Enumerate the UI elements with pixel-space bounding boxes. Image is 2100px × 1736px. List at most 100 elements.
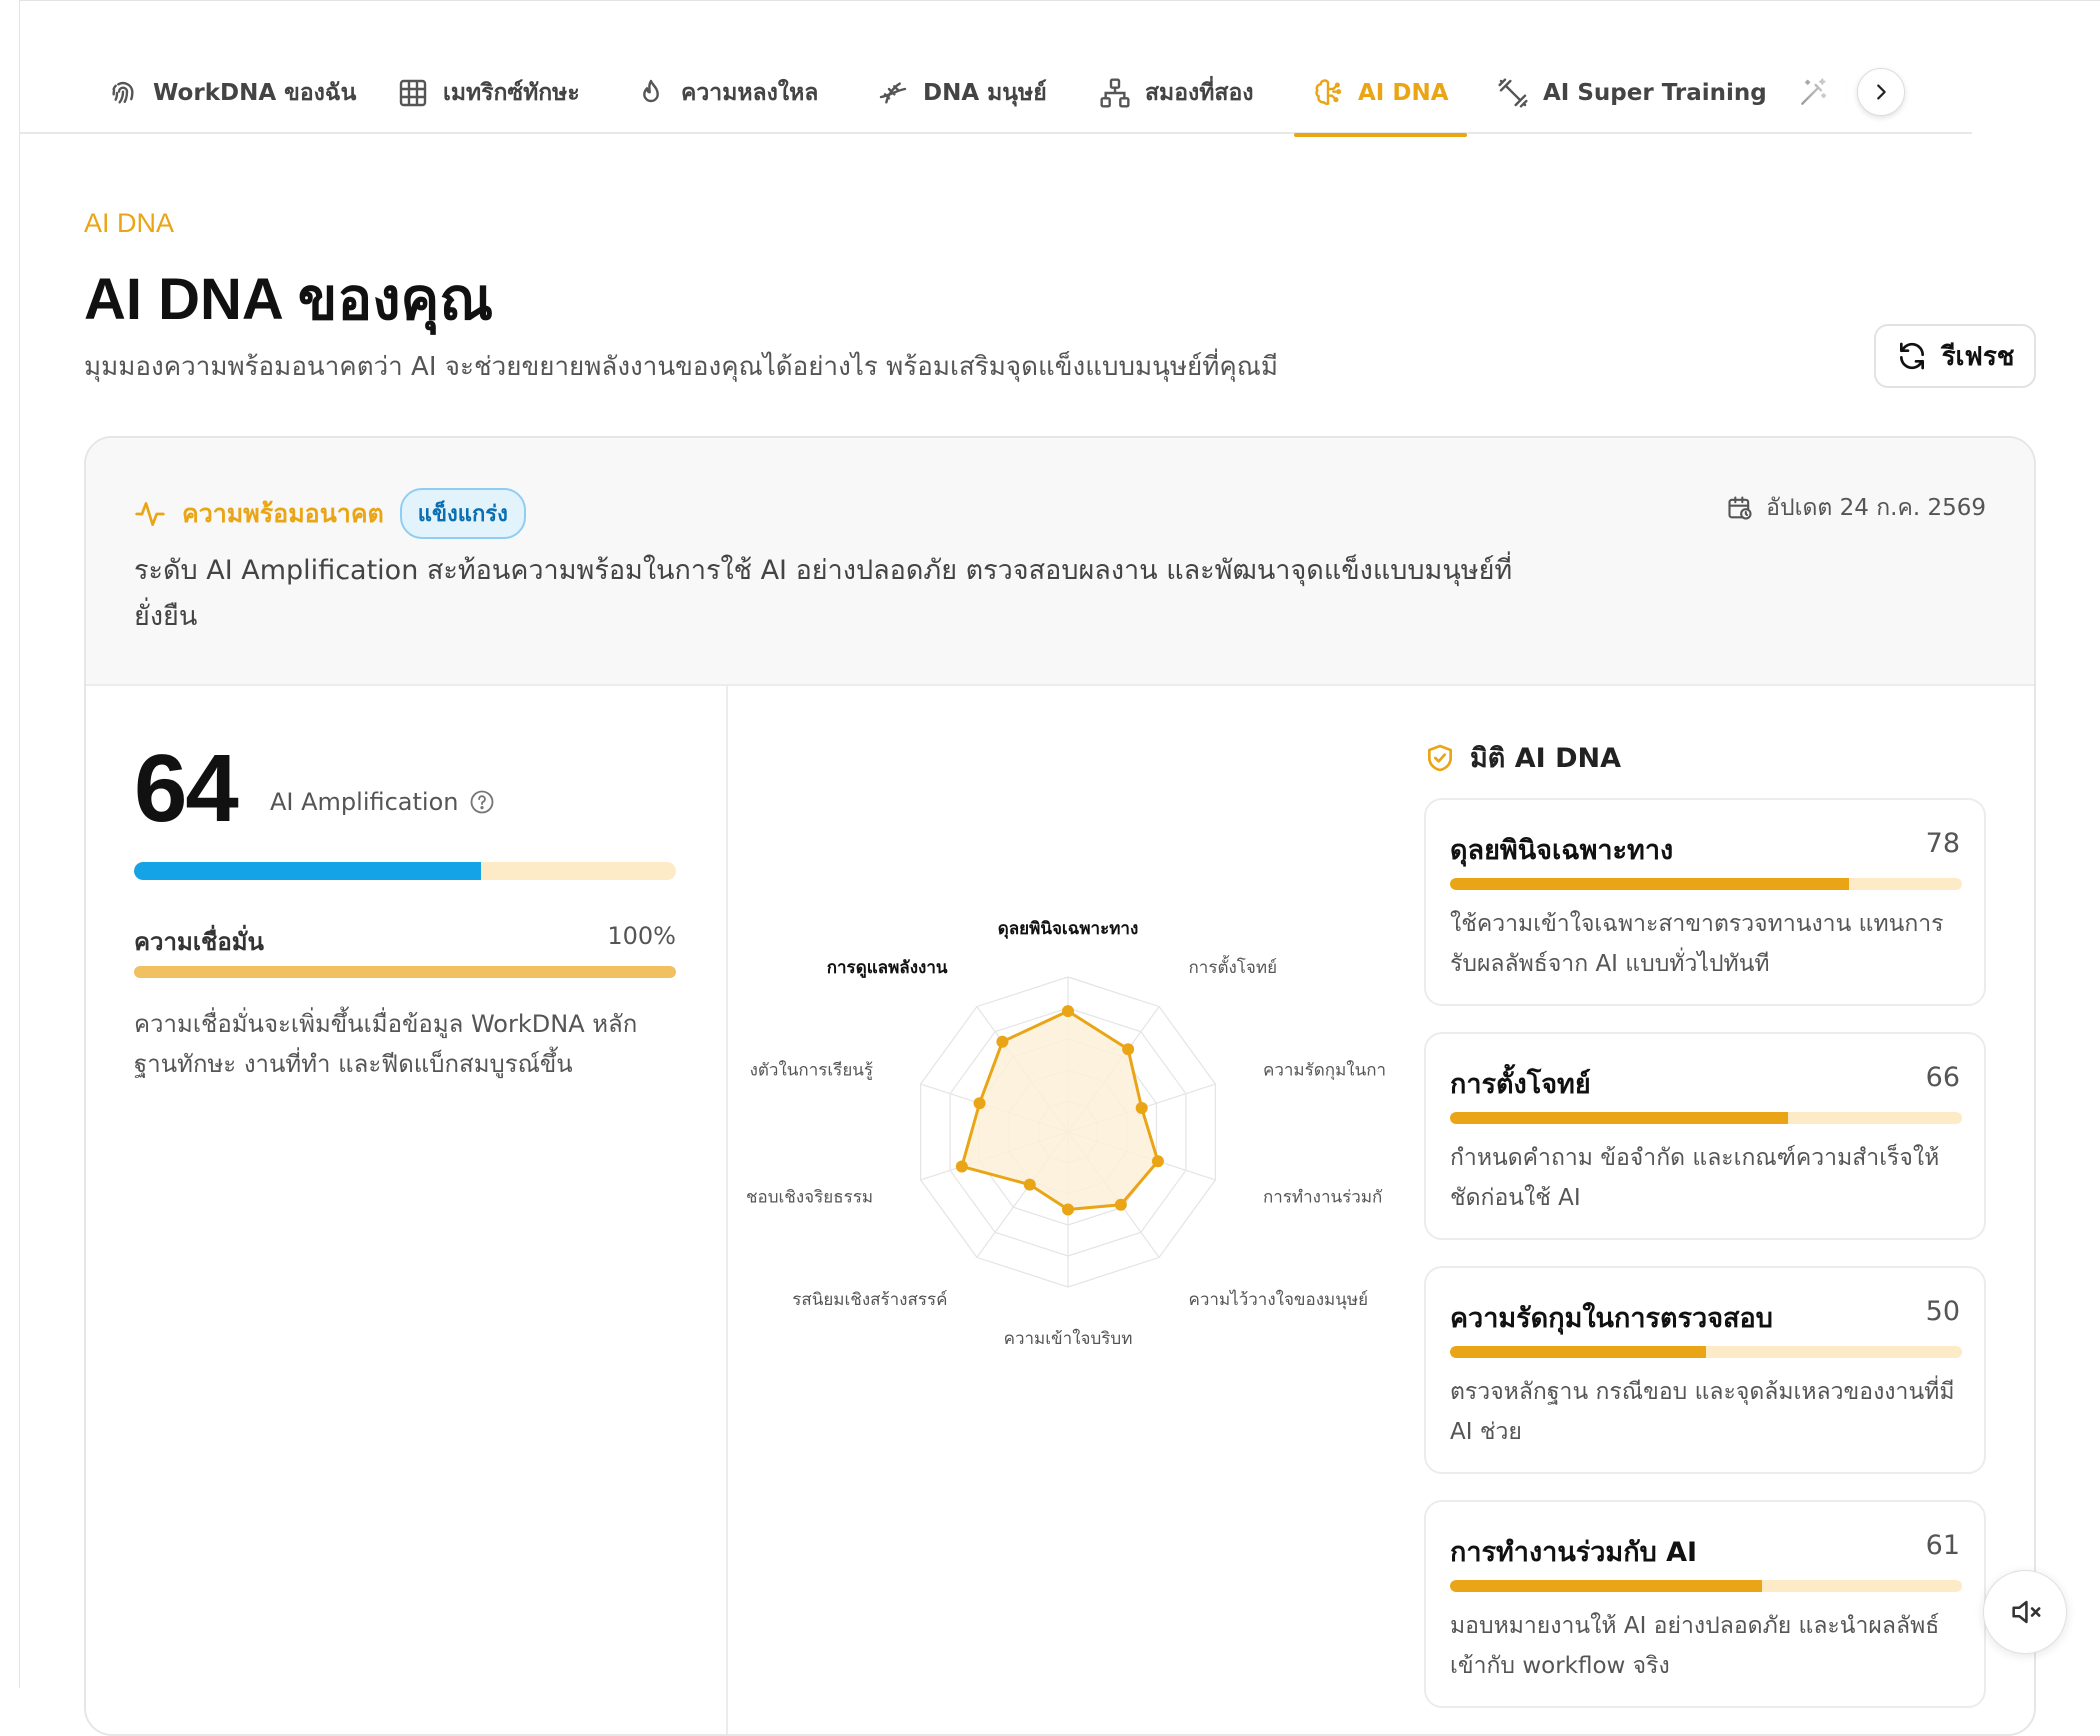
dimension-description: กำหนดคำถาม ข้อจำกัด และเกณฑ์ความสำเร็จให… bbox=[1450, 1145, 1940, 1211]
grid-icon bbox=[399, 79, 427, 107]
dimension-card: ความรัดกุมในการตรวจสอบ 50 ตรวจหลักฐาน กร… bbox=[1424, 1266, 1986, 1474]
amplification-progress-fill bbox=[134, 862, 481, 880]
refresh-label: รีเฟรช bbox=[1941, 341, 2015, 372]
network-icon bbox=[1100, 78, 1130, 108]
dimensions-panel: มิติ AI DNA ดุลยพินิจเฉพาะทาง 78 ใช้ความ… bbox=[1424, 686, 1994, 1734]
tab-ai-super-training[interactable]: AI Super Training bbox=[1497, 52, 1767, 134]
dimension-score: 78 bbox=[1925, 828, 1960, 859]
readiness-title: ความพร้อมอนาคต bbox=[182, 498, 384, 528]
brain-circuit-icon bbox=[1315, 79, 1342, 105]
confidence-progress-fill bbox=[134, 966, 676, 978]
tab-label: WorkDNA ของฉัน bbox=[153, 80, 357, 106]
dimension-bar-fill bbox=[1450, 1580, 1763, 1592]
tab-bar: WorkDNA ของฉัน เมทริกซ์ทักษะ ความหลงใหล … bbox=[19, 52, 1972, 137]
radar-axis-label: ความไว้วางใจของมนุษย์ bbox=[1188, 1289, 1368, 1310]
dimension-name: ความรัดกุมในการตรวจสอบ bbox=[1450, 1303, 1773, 1334]
refresh-button[interactable]: รีเฟรช bbox=[1874, 324, 2036, 388]
page-title: AI DNA ของคุณ bbox=[84, 267, 494, 332]
help-icon[interactable] bbox=[468, 788, 496, 816]
dimension-card: ดุลยพินิจเฉพาะทาง 78 ใช้ความเข้าใจเฉพาะส… bbox=[1424, 798, 1986, 1006]
tab-label: AI Super Training bbox=[1543, 80, 1767, 106]
readiness-description: ระดับ AI Amplification สะท้อนความพร้อมใน… bbox=[134, 555, 1513, 632]
calendar-clock-icon bbox=[1728, 496, 1752, 520]
dimension-bar bbox=[1450, 1112, 1962, 1124]
readiness-heading: ความพร้อมอนาคต แข็งแกร่ง bbox=[134, 488, 526, 539]
dimension-card: การตั้งโจทย์ 66 กำหนดคำถาม ข้อจำกัด และเ… bbox=[1424, 1032, 1986, 1240]
radar-axis-label: ชอบเชิงจริยธรรม bbox=[746, 1187, 873, 1207]
radar-data-point bbox=[1062, 1203, 1074, 1216]
dimension-bar-fill bbox=[1450, 1346, 1706, 1358]
tab-label: ความหลงใหล bbox=[681, 80, 819, 106]
page-eyebrow: AI DNA bbox=[84, 208, 175, 238]
status-badge: แข็งแกร่ง bbox=[399, 488, 526, 539]
tab-skill-matrix[interactable]: เมทริกซ์ทักษะ bbox=[397, 52, 580, 134]
dimension-bar-fill bbox=[1450, 1112, 1788, 1124]
dimension-score: 50 bbox=[1925, 1296, 1960, 1327]
updated-date: อัปเดต 24 ก.ค. 2569 bbox=[1726, 490, 1986, 526]
radar-axis-label: รสนิยมเชิงสร้างสรรค์ bbox=[792, 1290, 947, 1310]
dumbbell-icon bbox=[1498, 78, 1528, 108]
tab-label: เมทริกซ์ทักษะ bbox=[443, 80, 580, 106]
dimension-name: การตั้งโจทย์ bbox=[1450, 1069, 1591, 1100]
confidence-description: ความเชื่อมั่นจะเพิ่มขึ้นเมื่อข้อมูล Work… bbox=[134, 1010, 638, 1078]
radar-data-point bbox=[996, 1035, 1009, 1048]
confidence-value: 100% bbox=[607, 922, 676, 950]
refresh-icon bbox=[1899, 342, 1924, 370]
dimension-description: ใช้ความเข้าใจเฉพาะสาขาตรวจทานงาน แทนการร… bbox=[1450, 911, 1944, 977]
radar-data-point bbox=[1023, 1178, 1036, 1191]
dimension-name: การทำงานร่วมกับ AI bbox=[1450, 1537, 1698, 1568]
amplification-score: 64 bbox=[134, 735, 239, 842]
activity-icon bbox=[135, 501, 165, 526]
dimension-name: ดุลยพินิจเฉพาะทาง bbox=[1450, 835, 1674, 866]
ai-dna-card: ความพร้อมอนาคต แข็งแกร่ง อัปเดต 24 ก.ค. … bbox=[84, 436, 2036, 1736]
radar-data-point bbox=[1062, 1005, 1074, 1018]
radar-axis-label: การตั้งโจทย์ bbox=[1188, 955, 1277, 978]
tab-label: AI DNA bbox=[1358, 80, 1449, 106]
dimension-bar bbox=[1450, 1580, 1962, 1592]
tab-passion[interactable]: ความหลงใหล bbox=[635, 52, 818, 134]
score-panel: 64 AI Amplification ความเชื่อมั่น 100% ค… bbox=[86, 686, 728, 1734]
tab-label: สมองที่สอง bbox=[1145, 80, 1254, 106]
page-subtitle: มุมมองความพร้อมอนาคตว่า AI จะช่วยขยายพลั… bbox=[84, 352, 1279, 382]
score-label: AI Amplification bbox=[270, 788, 496, 816]
fingerprint-icon bbox=[112, 81, 134, 104]
radar-axis-label: ความเข้าใจบริบท bbox=[1004, 1328, 1133, 1349]
radar-data-point bbox=[1122, 1043, 1135, 1056]
tab-human-dna[interactable]: DNA มนุษย์ bbox=[877, 52, 1047, 134]
radar-axis-label: งตัวในการเรียนรู้ bbox=[750, 1060, 873, 1081]
confidence-label: ความเชื่อมั่น bbox=[134, 928, 264, 956]
dna-icon bbox=[879, 82, 907, 104]
radar-chart-wrap: ดุลยพินิจเฉพาะทางการตั้งโจทย์ความรัดกุมใ… bbox=[746, 758, 1486, 1518]
tab-label: DNA มนุษย์ bbox=[923, 80, 1047, 106]
radar-data-point bbox=[1114, 1198, 1127, 1211]
radar-chart: ดุลยพินิจเฉพาะทางการตั้งโจทย์ความรัดกุมใ… bbox=[746, 919, 1386, 1349]
radar-axis-label: ดุลยพินิจเฉพาะทาง bbox=[998, 919, 1139, 939]
dimension-bar-fill bbox=[1450, 878, 1850, 890]
card-header: ความพร้อมอนาคต แข็งแกร่ง อัปเดต 24 ก.ค. … bbox=[86, 438, 2034, 686]
mute-toggle-button[interactable] bbox=[1983, 1570, 2067, 1654]
score-label-text: AI Amplification bbox=[270, 788, 459, 816]
radar-data-point bbox=[973, 1097, 986, 1110]
dimension-card: การทำงานร่วมกับ AI 61 มอบหมายงานให้ AI อ… bbox=[1424, 1500, 1986, 1708]
tab-ai-dna[interactable]: AI DNA bbox=[1294, 52, 1466, 137]
amplification-progress bbox=[134, 862, 676, 880]
dimension-bar bbox=[1450, 878, 1962, 890]
shield-check-icon bbox=[1428, 744, 1452, 771]
tab-second-brain[interactable]: สมองที่สอง bbox=[1099, 52, 1254, 134]
dimensions-heading: มิติ AI DNA bbox=[1424, 736, 1621, 779]
radar-axis-label: ความรัดกุมในกา bbox=[1263, 1060, 1386, 1081]
dimension-description: มอบหมายงานให้ AI อย่างปลอดภัย และนำผลลัพ… bbox=[1450, 1613, 1940, 1679]
radar-data-point bbox=[955, 1160, 968, 1173]
radar-series-area bbox=[960, 1009, 1160, 1211]
dimension-score: 66 bbox=[1925, 1062, 1960, 1093]
dimension-score: 61 bbox=[1925, 1530, 1960, 1561]
tabs-scroll-right-button[interactable] bbox=[1857, 68, 1905, 116]
dimensions-title: มิติ AI DNA bbox=[1470, 743, 1621, 774]
updated-text: อัปเดต 24 ก.ค. 2569 bbox=[1766, 495, 1986, 521]
tab-workdna[interactable]: WorkDNA ของฉัน bbox=[107, 52, 356, 134]
radar-axis-label: การทำงานร่วมกั bbox=[1263, 1187, 1382, 1207]
radar-data-point bbox=[1135, 1102, 1148, 1115]
dimension-bar bbox=[1450, 1346, 1962, 1358]
radar-axis-label: การดูแลพลังงาน bbox=[827, 958, 948, 979]
radar-data-point bbox=[1151, 1155, 1164, 1168]
